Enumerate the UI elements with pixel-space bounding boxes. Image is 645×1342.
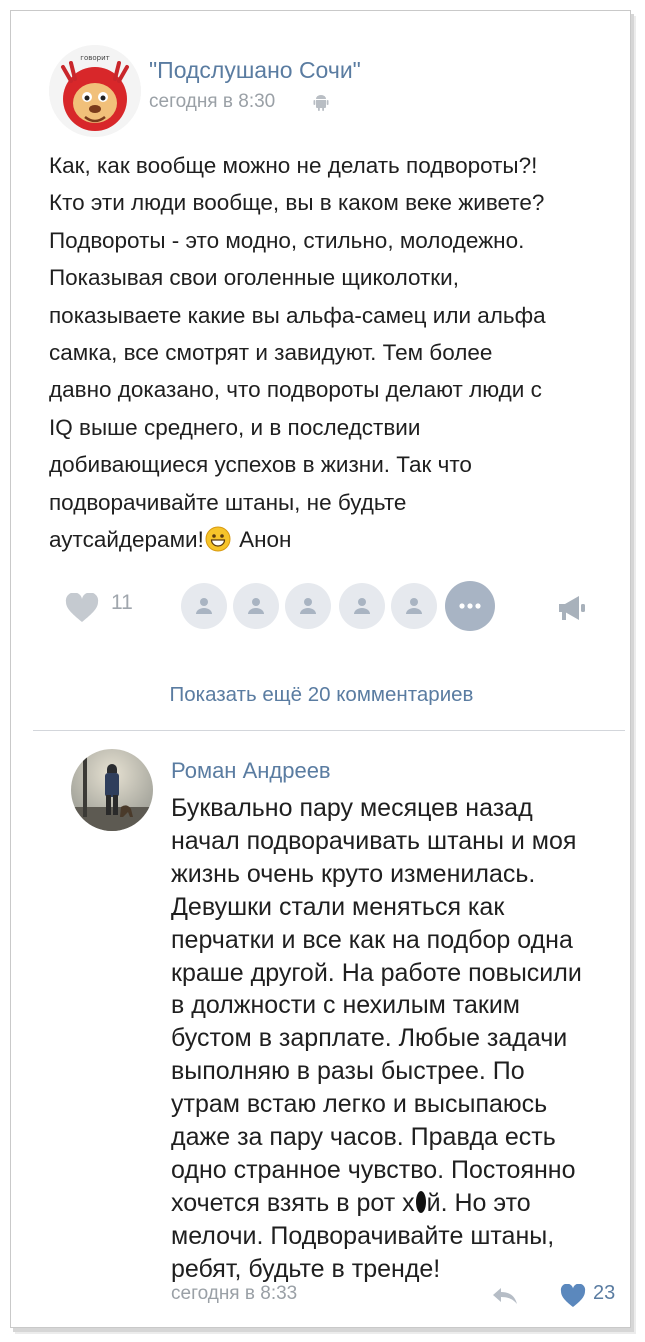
- comment-like-count: 23: [593, 1282, 616, 1304]
- more-likers-button[interactable]: [445, 581, 495, 631]
- post-text: Как, как вообще можно не делать подворот…: [49, 147, 617, 558]
- post-text-line: Показывая свои оголенные щиколотки,: [49, 265, 459, 291]
- post-text-line: самка, все смотрят и завидуют. Тем более: [49, 340, 493, 366]
- community-avatar[interactable]: говорит: [49, 45, 141, 137]
- user-placeholder-icon: [300, 598, 316, 614]
- liker-avatar[interactable]: [285, 583, 331, 629]
- megaphone-icon[interactable]: [557, 594, 587, 622]
- liker-avatar[interactable]: [233, 583, 279, 629]
- reply-arrow-icon[interactable]: [491, 1286, 519, 1306]
- commenter-name[interactable]: Роман Андреев: [171, 758, 331, 784]
- like-heart-icon[interactable]: [65, 593, 99, 623]
- show-more-comments-link[interactable]: Показать ещё 20 комментариев: [11, 683, 632, 707]
- post-text-line: Подвороты - это модно, стильно, молодежн…: [49, 227, 525, 253]
- post-text-fragment: аутсайдерами!: [49, 527, 204, 553]
- user-placeholder-icon: [248, 598, 264, 614]
- comment-text-fragment: хочется взять в рот х: [171, 1188, 415, 1217]
- comment-text-line: выполняю в разы быстрее. По: [171, 1057, 525, 1086]
- comment-text-line: даже за пару часов. Правда есть: [171, 1123, 556, 1152]
- user-placeholder-icon: [406, 598, 422, 614]
- comment-text-line: Девушки стали меняться как: [171, 892, 505, 921]
- user-placeholder-icon: [354, 598, 370, 614]
- comment-text-line: одно странное чувство. Постоянно: [171, 1155, 576, 1184]
- commenter-avatar[interactable]: [71, 749, 153, 831]
- post-text-line: подворачивайте штаны, не будьте: [49, 489, 407, 515]
- post-card: говорит "Подслушано Сочи" сегодня в 8:30…: [10, 10, 631, 1328]
- ellipsis-icon: [459, 603, 481, 609]
- comment-text-line: в должности с нехилым таким: [171, 991, 520, 1020]
- svg-text:говорит: говорит: [80, 54, 109, 62]
- comment-text-line: жизнь очень круто изменилась.: [171, 859, 536, 888]
- comment-text-line: мелочи. Подворачивайте штаны,: [171, 1221, 555, 1250]
- comment-text-censored-line: хочется взять в рот х й. Но это: [171, 1187, 621, 1220]
- liker-avatar[interactable]: [181, 583, 227, 629]
- divider: [33, 730, 625, 731]
- post-signature: Анон: [232, 527, 292, 553]
- comment-text-line: Буквально пару месяцев назад: [171, 794, 533, 822]
- post-like-count: 11: [111, 591, 133, 614]
- liker-avatar[interactable]: [391, 583, 437, 629]
- post-text-last-line: аутсайдерами! Анон: [49, 521, 617, 558]
- comment-text-line: утрам встаю легко и высыпаюсь: [171, 1090, 548, 1119]
- comment-text-fragment: й. Но это: [426, 1188, 531, 1217]
- comment-text-line: краше другой. На работе повысили: [171, 958, 582, 987]
- comment-text-line: начал подворачивать штаны и моя: [171, 826, 577, 855]
- post-text-line: показываете какие вы альфа-самец или аль…: [49, 302, 546, 328]
- comment-timestamp: сегодня в 8:33: [171, 1283, 298, 1304]
- comment-text-line: ребят, будьте в тренде!: [171, 1254, 441, 1283]
- post-text-line: Как, как вообще можно не делать подворот…: [49, 153, 538, 178]
- comment-text-line: перчатки и все как на подбор одна: [171, 925, 573, 954]
- android-icon: [313, 95, 329, 111]
- comment-text: Буквально пару месяцев назад начал подво…: [171, 792, 621, 1286]
- censor-blot-icon: [415, 1190, 426, 1213]
- commenter-photo: [71, 749, 153, 831]
- comment-text-line: бустом в зарплате. Любые задачи: [171, 1024, 568, 1053]
- deer-mascot-avatar: говорит: [49, 45, 141, 137]
- user-placeholder-icon: [196, 598, 212, 614]
- grinning-face-emoji: [205, 526, 231, 552]
- post-text-line: Кто эти люди вообще, вы в каком веке жив…: [49, 190, 545, 216]
- post-text-line: IQ выше среднего, и в последствии: [49, 414, 421, 440]
- post-timestamp: сегодня в 8:30: [149, 91, 276, 112]
- post-author-name[interactable]: "Подслушано Сочи": [149, 57, 361, 84]
- liker-avatar[interactable]: [339, 583, 385, 629]
- post-text-line: добивающиеся успехов в жизни. Так что: [49, 452, 472, 478]
- post-text-line: давно доказано, что подвороты делают люд…: [49, 377, 542, 403]
- comment-like-heart-icon[interactable]: [560, 1284, 586, 1308]
